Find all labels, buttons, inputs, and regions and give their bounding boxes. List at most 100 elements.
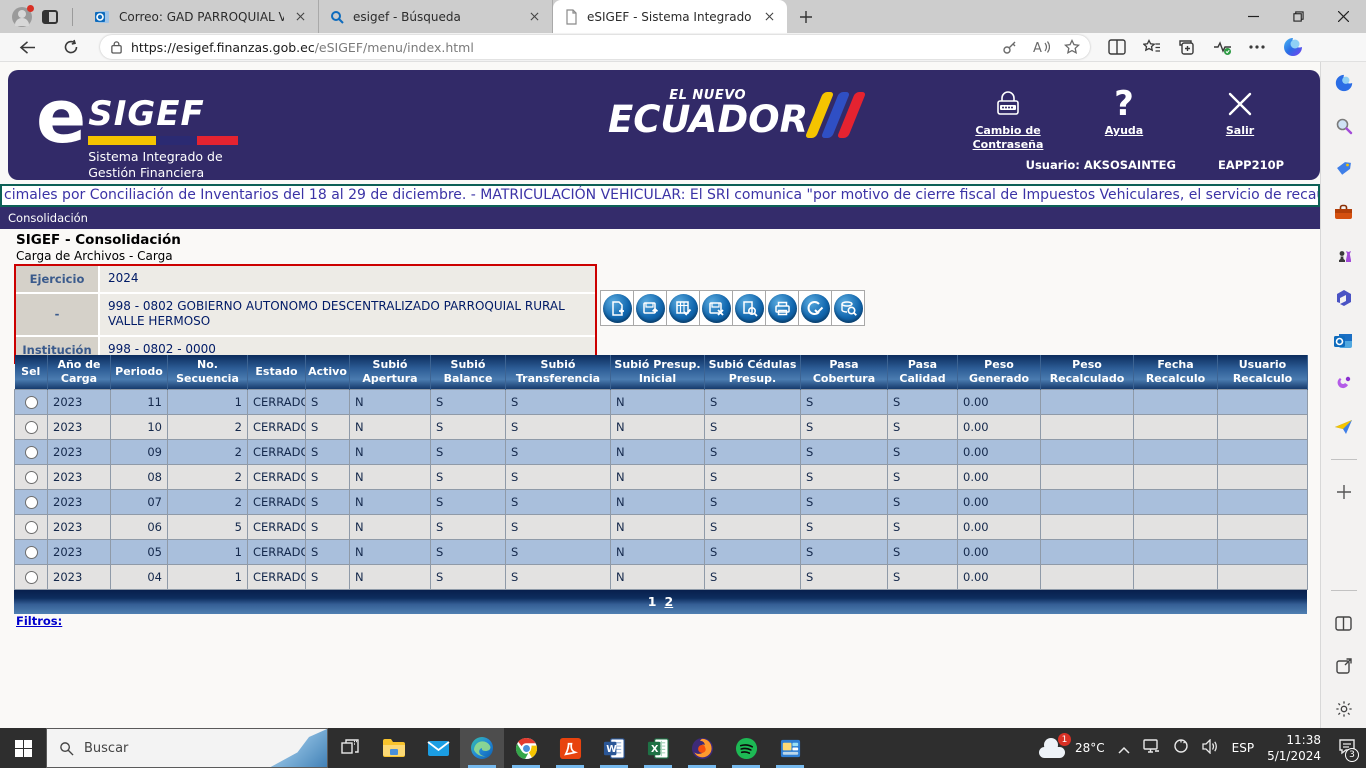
more-menu-icon[interactable] bbox=[1249, 45, 1265, 49]
edge-button[interactable] bbox=[460, 728, 504, 768]
firefox-button[interactable] bbox=[680, 728, 724, 768]
volume-icon[interactable] bbox=[1202, 739, 1219, 758]
collections-icon[interactable] bbox=[1178, 39, 1196, 55]
menu-bar[interactable]: Consolidación bbox=[0, 207, 1320, 229]
send-icon[interactable] bbox=[1333, 416, 1355, 438]
microsoft365-icon[interactable] bbox=[1333, 287, 1355, 309]
filters-link[interactable]: Filtros: bbox=[16, 614, 62, 628]
upload-file-icon bbox=[636, 294, 665, 323]
row-select-radio[interactable] bbox=[25, 571, 38, 584]
delete-record-button[interactable] bbox=[699, 290, 733, 326]
upload-file-button[interactable] bbox=[633, 290, 667, 326]
open-external-icon[interactable] bbox=[1333, 655, 1355, 677]
chrome-button[interactable] bbox=[504, 728, 548, 768]
row-select-radio[interactable] bbox=[25, 446, 38, 459]
outlook-icon[interactable] bbox=[1333, 330, 1355, 352]
pdf-reader-icon bbox=[557, 735, 583, 761]
copilot-icon[interactable] bbox=[1282, 36, 1304, 58]
column-header: Activo bbox=[306, 355, 350, 389]
question-icon: ? bbox=[1084, 84, 1164, 124]
task-view-button[interactable] bbox=[328, 728, 372, 768]
notification-center-button[interactable]: 3 bbox=[1338, 738, 1356, 759]
browser-profile-avatar[interactable] bbox=[12, 7, 32, 27]
change-password-button[interactable]: Cambio de Contraseña bbox=[968, 84, 1048, 152]
photos-button[interactable] bbox=[768, 728, 812, 768]
excel-button[interactable]: X bbox=[636, 728, 680, 768]
weather-widget[interactable]: 1 28°C bbox=[1037, 738, 1105, 758]
row-select-radio[interactable] bbox=[25, 471, 38, 484]
favorite-star-icon[interactable] bbox=[1064, 39, 1080, 55]
table-cell: S bbox=[801, 539, 888, 564]
clock[interactable]: 11:38 5/1/2024 bbox=[1267, 732, 1321, 764]
weather-cloud-icon: 1 bbox=[1037, 738, 1067, 758]
row-select-radio[interactable] bbox=[25, 546, 38, 559]
start-button[interactable] bbox=[0, 728, 46, 768]
table-cell: 04 bbox=[111, 564, 168, 589]
table-row: 2023092CERRADOSNSSNSSS0.00 bbox=[15, 439, 1308, 464]
file-explorer-button[interactable] bbox=[372, 728, 416, 768]
tab-search[interactable]: esigef - Búsqueda bbox=[319, 0, 553, 33]
url-text[interactable]: https://esigef.finanzas.gob.ec/eSIGEF/me… bbox=[131, 40, 994, 55]
table-cell: S bbox=[306, 564, 350, 589]
new-tab-button[interactable] bbox=[793, 4, 819, 30]
back-button[interactable] bbox=[12, 34, 42, 60]
row-select-radio[interactable] bbox=[25, 496, 38, 509]
games-icon[interactable] bbox=[1333, 244, 1355, 266]
table-cell: S bbox=[888, 514, 958, 539]
drop-icon[interactable] bbox=[1333, 373, 1355, 395]
page-link-2[interactable]: 2 bbox=[665, 594, 674, 609]
settings-icon[interactable] bbox=[1333, 698, 1355, 720]
table-cell: 2023 bbox=[48, 414, 111, 439]
shopping-icon[interactable] bbox=[1333, 158, 1355, 180]
tab-close-icon[interactable] bbox=[761, 9, 777, 25]
address-bar[interactable]: https://esigef.finanzas.gob.ec/eSIGEF/me… bbox=[100, 35, 1090, 59]
row-select-radio[interactable] bbox=[25, 421, 38, 434]
table-cell: 0.00 bbox=[958, 489, 1041, 514]
preview-document-button[interactable] bbox=[732, 290, 766, 326]
search-records-button[interactable] bbox=[831, 290, 865, 326]
help-button[interactable]: ? Ayuda bbox=[1084, 84, 1164, 152]
mail-button[interactable] bbox=[416, 728, 460, 768]
edge-icon bbox=[469, 735, 495, 761]
onedrive-sync-icon[interactable] bbox=[1173, 738, 1189, 758]
browser-essentials-icon[interactable] bbox=[1213, 39, 1232, 56]
read-aloud-icon[interactable]: A bbox=[1032, 39, 1050, 55]
password-key-icon[interactable] bbox=[1002, 39, 1018, 55]
tray-expand-button[interactable] bbox=[1118, 739, 1130, 758]
add-sidebar-icon[interactable] bbox=[1333, 481, 1355, 503]
tools-icon[interactable] bbox=[1333, 201, 1355, 223]
table-cell: S bbox=[801, 464, 888, 489]
lock-icon[interactable] bbox=[110, 40, 123, 54]
word-button[interactable]: W bbox=[592, 728, 636, 768]
copilot-icon[interactable] bbox=[1333, 72, 1355, 94]
search-icon[interactable] bbox=[1333, 115, 1355, 137]
approve-button[interactable] bbox=[798, 290, 832, 326]
tab-close-icon[interactable] bbox=[292, 9, 308, 25]
favorites-icon[interactable] bbox=[1143, 39, 1161, 55]
pdf-reader-button[interactable] bbox=[548, 728, 592, 768]
split-screen-icon[interactable] bbox=[1108, 39, 1126, 55]
panel-icon[interactable] bbox=[1333, 612, 1355, 634]
validate-grid-button[interactable] bbox=[666, 290, 700, 326]
table-cell bbox=[1041, 514, 1134, 539]
language-indicator[interactable]: ESP bbox=[1232, 741, 1254, 755]
exit-button[interactable]: Salir bbox=[1200, 84, 1280, 152]
print-button[interactable] bbox=[765, 290, 799, 326]
restore-button[interactable] bbox=[1276, 0, 1321, 33]
table-cell: 0.00 bbox=[958, 539, 1041, 564]
taskbar-search[interactable]: Buscar bbox=[46, 728, 328, 768]
flag-bars bbox=[88, 136, 238, 145]
tab-esigef[interactable]: eSIGEF - Sistema Integrado de G bbox=[553, 0, 787, 33]
refresh-button[interactable] bbox=[56, 34, 86, 60]
row-select-radio[interactable] bbox=[25, 396, 38, 409]
tab-close-icon[interactable] bbox=[526, 9, 542, 25]
tab-workspaces-icon[interactable] bbox=[42, 10, 58, 24]
close-button[interactable] bbox=[1321, 0, 1366, 33]
minimize-button[interactable] bbox=[1231, 0, 1276, 33]
spotify-button[interactable] bbox=[724, 728, 768, 768]
network-icon[interactable] bbox=[1143, 739, 1160, 758]
row-select-radio[interactable] bbox=[25, 521, 38, 534]
table-cell: 2 bbox=[168, 489, 248, 514]
new-document-button[interactable] bbox=[600, 290, 634, 326]
tab-outlook[interactable]: Correo: GAD PARROQUIAL VALLE bbox=[85, 0, 319, 33]
